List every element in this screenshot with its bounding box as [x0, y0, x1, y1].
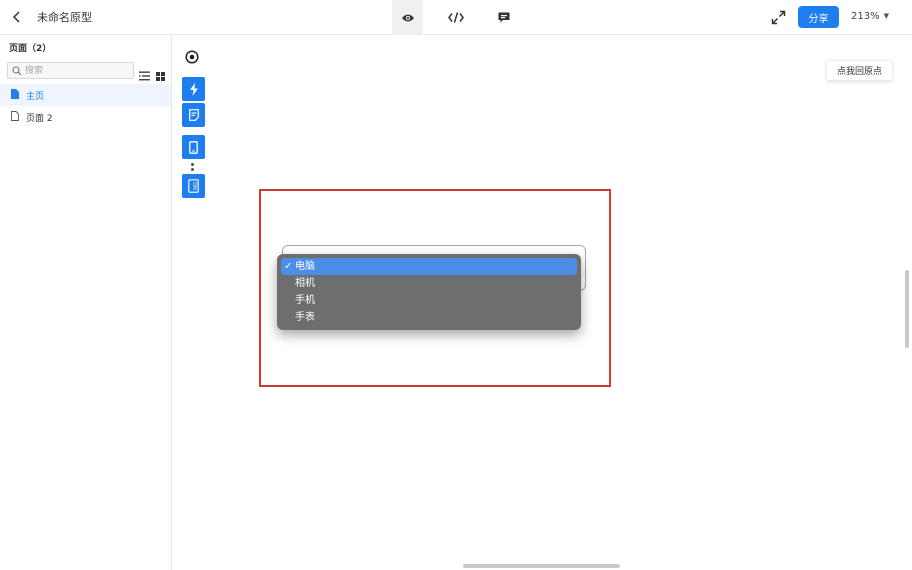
tab-preview[interactable] [392, 0, 423, 35]
svg-text:ON: ON [191, 182, 197, 190]
canvas-toolstrip: ON [180, 43, 208, 203]
horizontal-scrollbar[interactable] [463, 564, 620, 568]
option-label: 手表 [295, 312, 315, 323]
back-button[interactable] [8, 7, 26, 27]
toggle-on-icon: ON [188, 179, 199, 193]
grid-icon [156, 72, 165, 81]
search-input[interactable] [25, 64, 129, 77]
code-icon [447, 12, 464, 23]
list-view-button[interactable] [139, 66, 150, 81]
grid-view-button[interactable] [156, 66, 165, 81]
focus-button[interactable] [181, 46, 203, 68]
page-search[interactable] [7, 62, 134, 79]
note-icon [188, 109, 199, 121]
back-to-origin-button[interactable]: 点我回原点 [826, 60, 893, 81]
zoom-value: 213% [851, 11, 880, 22]
more-icon[interactable] [191, 163, 194, 173]
option-label: 手机 [295, 295, 315, 306]
toggle-button[interactable]: ON [182, 174, 205, 198]
tab-comment[interactable] [488, 0, 519, 35]
comment-icon [498, 12, 509, 23]
option-phone[interactable]: 手机 [281, 292, 577, 309]
lightning-icon [189, 82, 198, 96]
page-outline-icon [11, 111, 19, 121]
caret-down-icon: ▼ [883, 12, 889, 20]
vertical-scrollbar[interactable] [905, 270, 909, 348]
option-watch[interactable]: 手表 [281, 309, 577, 326]
chevron-left-icon [12, 11, 20, 23]
expand-icon [771, 10, 786, 25]
search-icon [12, 66, 22, 76]
eye-icon [401, 14, 414, 21]
option-label: 电脑 [295, 261, 315, 272]
page-label: 页面 2 [26, 114, 53, 124]
top-bar: 未命名原型 分享 213% ▼ [0, 0, 912, 35]
zoom-dropdown[interactable]: 213% ▼ [851, 11, 889, 22]
option-computer[interactable]: ✓ 电脑 [281, 258, 577, 275]
page-filled-icon [11, 89, 19, 99]
document-title: 未命名原型 [37, 11, 92, 24]
pages-title: 页面（2） [9, 44, 52, 54]
page-item-home[interactable]: 主页 [0, 84, 171, 106]
list-icon [139, 71, 150, 81]
target-icon [185, 50, 199, 64]
fullscreen-button[interactable] [771, 10, 786, 25]
device-icon [189, 140, 198, 154]
page-label: 主页 [26, 92, 45, 102]
option-camera[interactable]: 相机 [281, 275, 577, 292]
select-dropdown-menu: ✓ 电脑 相机 手机 手表 [277, 254, 581, 330]
share-button[interactable]: 分享 [798, 6, 839, 28]
page-item-page-2[interactable]: 页面 2 [0, 106, 171, 128]
option-label: 相机 [295, 278, 315, 289]
pages-panel: 页面（2） 主页 页面 2 [0, 35, 172, 570]
check-icon: ✓ [284, 261, 293, 272]
tab-code[interactable] [440, 0, 471, 35]
notes-button[interactable] [182, 103, 205, 127]
device-button[interactable] [182, 135, 205, 159]
design-canvas[interactable]: ON 点我回原点 ✓ 电脑 相机 手机 手表 [172, 35, 912, 570]
interaction-button[interactable] [182, 77, 205, 101]
